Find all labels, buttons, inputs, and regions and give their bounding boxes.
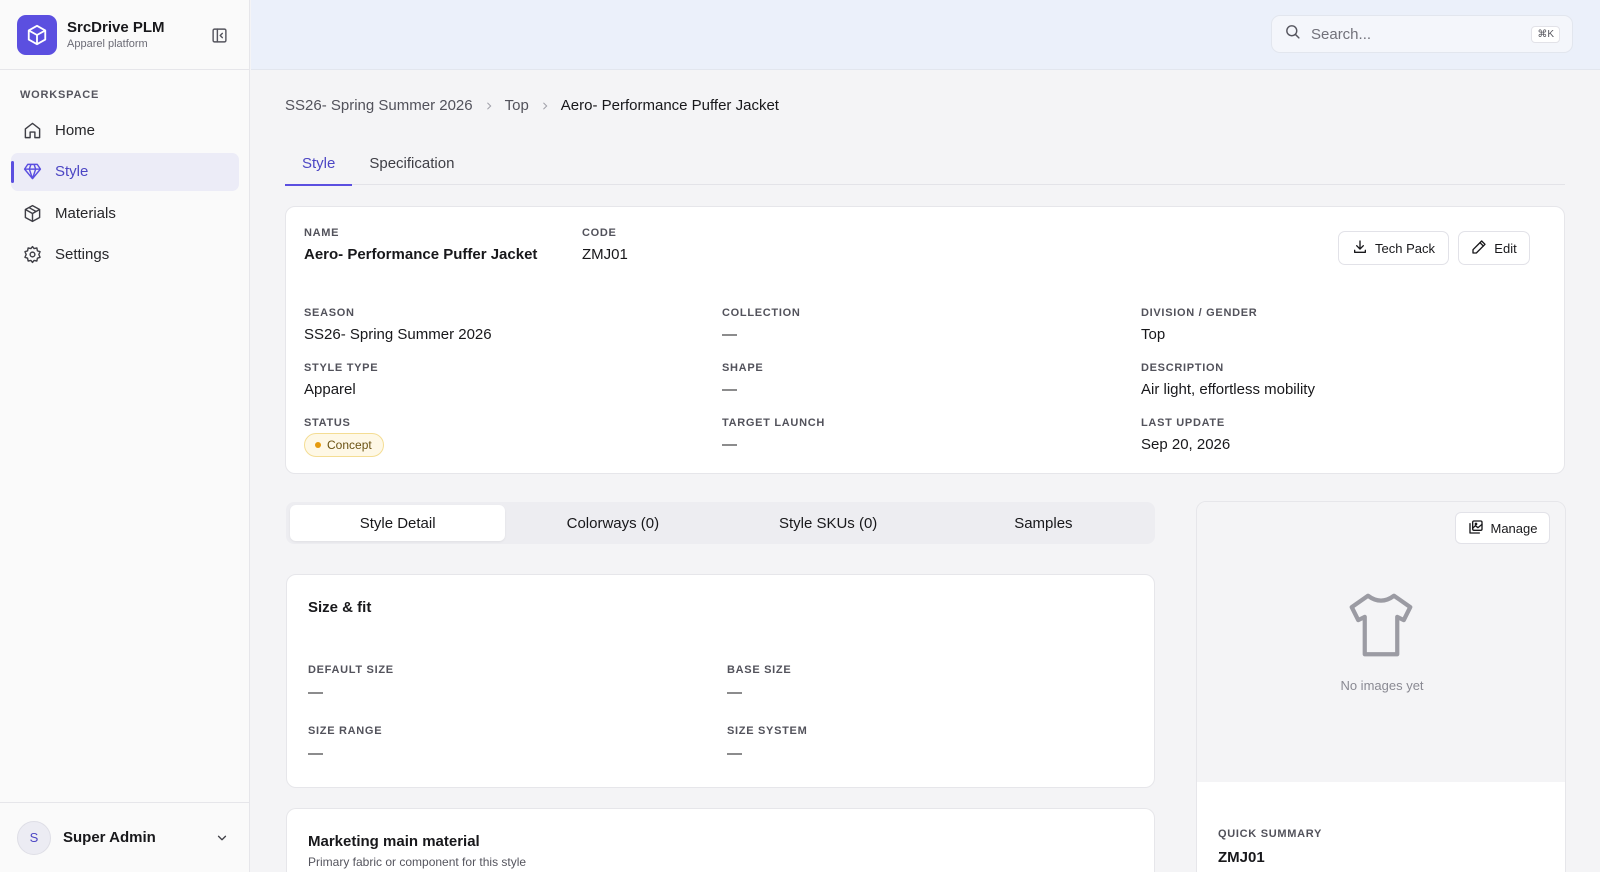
description-label: DESCRIPTION (1141, 362, 1224, 374)
season-value: SS26- Spring Summer 2026 (304, 326, 492, 343)
base-size-label: BASE SIZE (727, 664, 792, 676)
marketing-material-card: Marketing main material Primary fabric o… (286, 808, 1155, 872)
sidebar-item-materials[interactable]: Materials (11, 194, 239, 232)
code-label: CODE (582, 227, 617, 239)
tech-pack-label: Tech Pack (1375, 240, 1435, 256)
last-update-value: Sep 20, 2026 (1141, 436, 1231, 453)
diamond-icon (22, 162, 42, 182)
sidebar-collapse-icon[interactable] (209, 25, 229, 45)
quick-summary-label: QUICK SUMMARY (1218, 828, 1323, 840)
breadcrumb-division[interactable]: Top (505, 97, 529, 114)
gallery-icon (1468, 519, 1484, 538)
edit-label: Edit (1494, 240, 1517, 256)
sidebar-item-label: Settings (55, 246, 110, 263)
quick-summary: QUICK SUMMARY ZMJ01 (1197, 782, 1565, 872)
search-input[interactable]: Search... ⌘K (1271, 15, 1573, 53)
status-badge: Concept (304, 433, 384, 457)
last-update-label: LAST UPDATE (1141, 417, 1225, 429)
sidebar-item-label: Home (55, 121, 96, 139)
sidebar-item-label: Style (55, 163, 89, 180)
breadcrumb-season[interactable]: SS26- Spring Summer 2026 (285, 97, 473, 114)
status-dot-icon (315, 442, 321, 448)
collection-value: — (722, 326, 737, 343)
edit-button[interactable]: Edit (1458, 231, 1530, 265)
sidebar-item-style[interactable]: Style (11, 152, 239, 191)
chevron-right-icon (540, 101, 550, 111)
marketing-subtitle: Primary fabric or component for this sty… (308, 855, 527, 869)
name-label: NAME (304, 227, 340, 239)
status-label: STATUS (304, 417, 351, 429)
size-fit-card: Size & fit DEFAULT SIZE — BASE SIZE — SI… (286, 574, 1155, 788)
tab-specification[interactable]: Specification (352, 142, 471, 185)
style-code: ZMJ01 (582, 246, 628, 263)
user-menu[interactable]: S Super Admin (0, 802, 250, 872)
shape-value: — (722, 381, 737, 398)
collection-label: COLLECTION (722, 307, 801, 319)
sidebar-item-home[interactable]: Home (11, 111, 239, 149)
manage-images-button[interactable]: Manage (1455, 512, 1550, 544)
style-type-label: STYLE TYPE (304, 362, 379, 374)
box-icon (22, 203, 42, 223)
size-system-value: — (727, 745, 742, 762)
no-images-text: No images yet (1340, 678, 1424, 693)
image-empty-state: Manage No images yet (1197, 502, 1565, 782)
brand-header: SrcDrive PLM Apparel platform (0, 0, 249, 70)
avatar: S (17, 820, 51, 855)
size-fit-title: Size & fit (308, 599, 372, 616)
target-launch-value: — (722, 436, 737, 453)
main-content: SS26- Spring Summer 2026 Top Aero- Perfo… (251, 70, 1600, 872)
default-size-label: DEFAULT SIZE (308, 664, 394, 676)
sidebar-item-label: Materials (55, 204, 116, 222)
search-icon (1284, 23, 1301, 45)
subtab-samples[interactable]: Samples (936, 505, 1151, 541)
workspace-label: WORKSPACE (20, 89, 100, 101)
breadcrumb: SS26- Spring Summer 2026 Top Aero- Perfo… (285, 97, 779, 114)
division-label: DIVISION / GENDER (1141, 307, 1258, 319)
brand-subtitle: Apparel platform (67, 37, 148, 50)
cube-logo-icon[interactable] (17, 14, 57, 55)
image-panel: Manage No images yet QUICK SUMMARY ZMJ01 (1196, 501, 1566, 872)
marketing-title: Marketing main material (308, 833, 480, 850)
style-name: Aero- Performance Puffer Jacket (304, 246, 538, 263)
style-type-value: Apparel (304, 381, 356, 398)
subtab-style-detail[interactable]: Style Detail (290, 505, 506, 541)
size-range-value: — (308, 745, 323, 762)
default-size-value: — (308, 684, 323, 701)
subtab-colorways[interactable]: Colorways (0) (505, 505, 720, 541)
search-placeholder: Search... (1311, 25, 1372, 43)
quick-summary-value: ZMJ01 (1218, 849, 1265, 866)
size-range-label: SIZE RANGE (308, 725, 383, 737)
pencil-icon (1471, 239, 1487, 258)
tshirt-icon (1342, 586, 1420, 669)
season-label: SEASON (304, 307, 355, 319)
sidebar-item-settings[interactable]: Settings (11, 236, 239, 274)
breadcrumb-current: Aero- Performance Puffer Jacket (560, 97, 779, 114)
size-system-label: SIZE SYSTEM (727, 725, 808, 737)
base-size-value: — (727, 684, 742, 701)
user-name: Super Admin (63, 829, 156, 846)
shape-label: SHAPE (722, 362, 764, 374)
tech-pack-button[interactable]: Tech Pack (1338, 231, 1449, 265)
sidebar-nav: Home Style Materials Settings (11, 111, 239, 277)
description-value: Air light, effortless mobility (1141, 381, 1315, 398)
target-launch-label: TARGET LAUNCH (722, 417, 825, 429)
gear-icon (22, 245, 42, 265)
division-value: Top (1141, 326, 1166, 343)
search-shortcut: ⌘K (1531, 25, 1560, 43)
top-bar: Search... ⌘K (251, 0, 1600, 70)
brand-name: SrcDrive PLM (67, 18, 165, 36)
main-tabs: Style Specification (285, 142, 1565, 186)
subtab-style-skus[interactable]: Style SKUs (0) (721, 505, 936, 541)
sidebar: SrcDrive PLM Apparel platform WORKSPACE … (0, 0, 250, 872)
manage-label: Manage (1490, 520, 1538, 536)
status-value: Concept (327, 438, 372, 452)
chevron-down-icon[interactable] (214, 830, 230, 846)
chevron-right-icon (484, 101, 494, 111)
style-summary-card: NAME Aero- Performance Puffer Jacket COD… (285, 206, 1565, 474)
home-icon (22, 120, 42, 140)
tab-style[interactable]: Style (285, 142, 353, 186)
detail-subtabs: Style Detail Colorways (0) Style SKUs (0… (286, 502, 1155, 544)
download-icon (1352, 239, 1368, 258)
